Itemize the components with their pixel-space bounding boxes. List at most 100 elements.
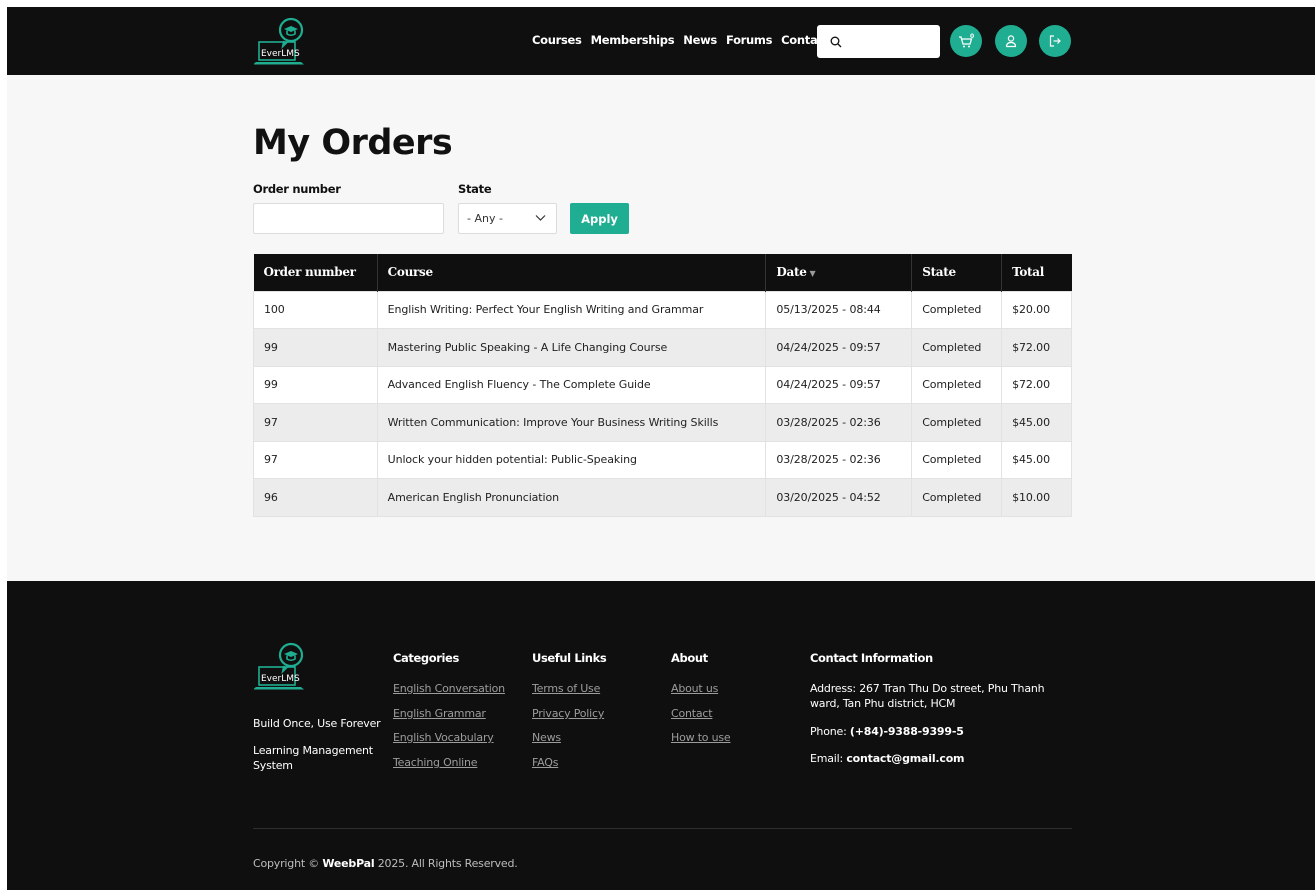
graduation-laptop-icon: EverLMS: [253, 642, 304, 690]
table-row: 96 American English Pronunciation 03/20/…: [253, 478, 1072, 517]
table-header-row: Order number Course Date ▼ State Total: [253, 254, 1072, 291]
cell-course: Advanced English Fluency - The Complete …: [376, 365, 767, 404]
footer-email: Email: contact@gmail.com: [810, 752, 965, 765]
cell-state: Completed: [911, 440, 1003, 479]
footer-link-contact[interactable]: Contact: [671, 707, 713, 720]
site-logo[interactable]: EverLMS: [253, 16, 310, 68]
cell-total: $20.00: [1001, 290, 1072, 329]
footer-phone: Phone: (+84)-9388-9399-5: [810, 725, 964, 738]
col-course[interactable]: Course: [377, 254, 767, 291]
sort-desc-icon: ▼: [809, 268, 816, 279]
nav-memberships[interactable]: Memberships: [591, 33, 675, 47]
cell-date: 03/28/2025 - 02:36: [765, 403, 913, 442]
cell-total: $45.00: [1001, 403, 1072, 442]
cell-date: 04/24/2025 - 09:57: [765, 365, 913, 404]
footer-divider: [253, 828, 1072, 829]
cell-state: Completed: [911, 365, 1003, 404]
footer-email-address[interactable]: contact@gmail.com: [846, 752, 964, 765]
cell-total: $45.00: [1001, 440, 1072, 479]
footer-link-about-us[interactable]: About us: [671, 682, 718, 695]
col-date[interactable]: Date ▼: [765, 254, 913, 291]
window-frame-left: [0, 0, 7, 890]
cell-course: American English Pronunciation: [376, 478, 767, 517]
window-frame-top: [0, 0, 1315, 7]
logout-button[interactable]: [1039, 25, 1071, 57]
footer-subtitle: Learning Management System: [253, 744, 373, 772]
search-icon: [830, 36, 842, 47]
cell-date: 04/24/2025 - 09:57: [765, 328, 913, 367]
nav-news[interactable]: News: [683, 33, 717, 47]
col-state[interactable]: State: [911, 254, 1003, 291]
state-selected-value: - Any -: [467, 212, 503, 225]
table-row: 99 Mastering Public Speaking - A Life Ch…: [253, 328, 1072, 367]
cell-order-number: 100: [253, 290, 378, 329]
footer-categories-heading: Categories: [393, 651, 459, 665]
cell-state: Completed: [911, 328, 1003, 367]
cell-course: Unlock your hidden potential: Public-Spe…: [376, 440, 767, 479]
cell-total: $10.00: [1001, 478, 1072, 517]
state-label: State: [458, 182, 492, 196]
apply-button[interactable]: Apply: [570, 203, 629, 234]
order-number-label: Order number: [253, 182, 341, 196]
logout-icon: [1049, 35, 1061, 47]
site-footer: EverLMS Build Once, Use Forever Learning…: [7, 581, 1315, 890]
table-row: 97 Unlock your hidden potential: Public-…: [253, 440, 1072, 479]
site-header: EverLMS Courses Memberships News Forums …: [7, 7, 1315, 75]
search-box[interactable]: [817, 25, 940, 58]
cell-order-number: 97: [253, 403, 378, 442]
nav-forums[interactable]: Forums: [726, 33, 772, 47]
footer-link-faqs[interactable]: FAQs: [532, 756, 558, 769]
copyright: Copyright © WeebPal 2025. All Rights Res…: [253, 857, 518, 870]
col-order-number[interactable]: Order number: [253, 254, 378, 291]
footer-link-english-grammar[interactable]: English Grammar: [393, 707, 486, 720]
footer-link-news[interactable]: News: [532, 731, 561, 744]
cell-course: English Writing: Perfect Your English Wr…: [376, 290, 767, 329]
user-account-button[interactable]: [995, 25, 1027, 57]
orders-table: Order number Course Date ▼ State Total 10…: [253, 254, 1072, 517]
svg-text:EverLMS: EverLMS: [261, 674, 300, 684]
order-number-input[interactable]: [253, 203, 444, 234]
cart-button[interactable]: 0: [950, 25, 982, 57]
footer-link-english-conversation[interactable]: English Conversation: [393, 682, 505, 695]
col-total[interactable]: Total: [1001, 254, 1072, 291]
cart-icon: 0: [959, 33, 974, 48]
cell-state: Completed: [911, 478, 1003, 517]
cell-state: Completed: [911, 403, 1003, 442]
nav-courses[interactable]: Courses: [532, 33, 582, 47]
footer-tagline: Build Once, Use Forever: [253, 717, 381, 730]
table-row: 99 Advanced English Fluency - The Comple…: [253, 365, 1072, 404]
cell-total: $72.00: [1001, 365, 1072, 404]
footer-contact-heading: Contact Information: [810, 651, 933, 665]
cell-course: Mastering Public Speaking - A Life Chang…: [376, 328, 767, 367]
search-input[interactable]: [848, 34, 928, 49]
main-nav: Courses Memberships News Forums Contact …: [532, 33, 849, 47]
main-content: My Orders Order number State - Any - App…: [7, 75, 1315, 581]
copyright-brand[interactable]: WeebPal: [322, 857, 374, 870]
footer-link-teaching-online[interactable]: Teaching Online: [393, 756, 478, 769]
table-row: 100 English Writing: Perfect Your Englis…: [253, 290, 1072, 329]
table-row: 97 Written Communication: Improve Your B…: [253, 403, 1072, 442]
footer-phone-number[interactable]: (+84)-9388-9399-5: [850, 725, 964, 738]
footer-link-english-vocabulary[interactable]: English Vocabulary: [393, 731, 494, 744]
footer-address: Address: 267 Tran Thu Do street, Phu Tha…: [810, 682, 1045, 710]
graduation-laptop-icon: EverLMS: [253, 17, 304, 65]
cell-date: 03/28/2025 - 02:36: [765, 440, 913, 479]
cell-course: Written Communication: Improve Your Busi…: [376, 403, 767, 442]
footer-useful-links-heading: Useful Links: [532, 651, 607, 665]
cell-date: 03/20/2025 - 04:52: [765, 478, 913, 517]
svg-text:EverLMS: EverLMS: [261, 49, 300, 59]
svg-text:0: 0: [970, 33, 974, 40]
footer-logo[interactable]: EverLMS: [253, 641, 310, 693]
cell-order-number: 99: [253, 328, 378, 367]
cell-order-number: 99: [253, 365, 378, 404]
cell-order-number: 97: [253, 440, 378, 479]
footer-link-how-to-use[interactable]: How to use: [671, 731, 731, 744]
chevron-down-icon: [535, 215, 546, 221]
footer-link-privacy-policy[interactable]: Privacy Policy: [532, 707, 604, 720]
state-select[interactable]: - Any -: [458, 203, 557, 234]
cell-date: 05/13/2025 - 08:44: [765, 290, 913, 329]
footer-link-terms-of-use[interactable]: Terms of Use: [532, 682, 600, 695]
footer-about-heading: About: [671, 651, 708, 665]
cell-total: $72.00: [1001, 328, 1072, 367]
cell-state: Completed: [911, 290, 1003, 329]
